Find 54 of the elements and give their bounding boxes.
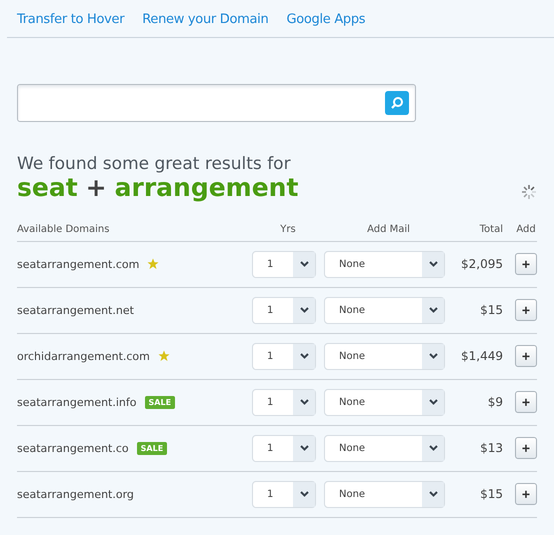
years-dropdown[interactable]: 1: [252, 480, 316, 508]
years-dropdown[interactable]: 1: [252, 296, 316, 324]
caret-icon: [300, 307, 308, 313]
search-button[interactable]: [385, 91, 409, 115]
domain-name: seatarrangement.net: [17, 304, 134, 316]
domain-name: orchidarrangement.com: [17, 350, 150, 362]
sale-badge: SALE: [144, 396, 176, 408]
caret-icon: [428, 261, 438, 267]
domain-name: seatarrangement.co: [17, 442, 129, 454]
years-dropdown[interactable]: 1: [252, 388, 316, 416]
mail-dropdown[interactable]: None: [324, 342, 445, 370]
mail-dropdown[interactable]: None: [324, 480, 445, 508]
caret-icon: [428, 353, 438, 359]
results-intro: We found some great results for: [17, 154, 292, 174]
caret-icon: [300, 353, 308, 359]
mail-dropdown[interactable]: None: [324, 296, 445, 324]
caret-icon: [300, 445, 308, 451]
caret-icon: [428, 491, 438, 497]
search-term: seat: [17, 174, 78, 202]
mail-dropdown[interactable]: None: [324, 250, 445, 278]
add-button[interactable]: +: [515, 483, 537, 505]
search-term: arrangement: [114, 174, 298, 202]
column-header: Yrs: [252, 224, 324, 241]
add-button[interactable]: +: [515, 253, 537, 275]
column-header: Total: [453, 224, 515, 241]
years-dropdown[interactable]: 1: [252, 250, 316, 278]
plus-sign: +: [86, 174, 107, 202]
caret-icon: [428, 399, 438, 405]
domain-name: seatarrangement.info: [17, 396, 137, 408]
caret-icon: [428, 307, 438, 313]
column-header: Available Domains: [17, 224, 252, 241]
nav-link[interactable]: Google Apps: [286, 12, 366, 27]
domain-name: seatarrangement.com: [17, 258, 140, 270]
caret-icon: [300, 491, 308, 497]
years-dropdown[interactable]: 1: [252, 342, 316, 370]
column-header: Add: [515, 224, 537, 241]
search-field[interactable]: [17, 84, 416, 122]
nav-link[interactable]: Renew your Domain: [142, 12, 268, 27]
add-button[interactable]: +: [515, 299, 537, 321]
column-header: Add Mail: [324, 224, 453, 241]
nav-link[interactable]: Transfer to Hover: [17, 12, 124, 27]
mail-dropdown[interactable]: None: [324, 434, 445, 462]
add-button[interactable]: +: [515, 437, 537, 459]
add-button[interactable]: +: [515, 391, 537, 413]
caret-icon: [300, 261, 308, 267]
add-button[interactable]: +: [515, 345, 537, 367]
loading-spinner-icon: [521, 184, 537, 200]
mail-dropdown[interactable]: None: [324, 388, 445, 416]
sale-badge: SALE: [136, 442, 168, 454]
caret-icon: [428, 445, 438, 451]
search-icon: [390, 96, 404, 110]
years-dropdown[interactable]: 1: [252, 434, 316, 462]
caret-icon: [300, 399, 308, 405]
domain-name: seatarrangement.org: [17, 488, 134, 500]
